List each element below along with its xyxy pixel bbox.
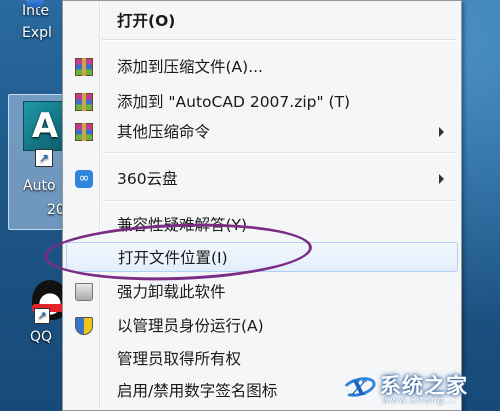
winrar-icon (75, 93, 93, 111)
menu-item-label: 360云盘 (117, 170, 178, 188)
menu-item-run-as-admin[interactable]: 以管理员身份运行(A) (66, 311, 458, 341)
watermark-url: www.xitong... (382, 396, 456, 406)
uac-shield-icon (75, 317, 93, 335)
menu-item-label: 打开文件位置(I) (118, 249, 228, 267)
menu-item-other-compress[interactable]: 其他压缩命令 (66, 117, 458, 147)
desktop-icon-autocad[interactable]: A ↗ Auto 20 (8, 94, 70, 230)
winrar-icon (75, 58, 93, 76)
autocad-icon: A (23, 101, 67, 151)
menu-item-compat-troubleshoot[interactable]: 兼容性疑难解答(Y) (66, 210, 458, 240)
menu-item-label: 打开(O) (117, 12, 176, 30)
cloud-360-icon: ∞ (75, 170, 93, 188)
menu-item-open-file-location[interactable]: 打开文件位置(I) (66, 242, 458, 272)
xitongzhijia-logo-icon: X (340, 372, 378, 402)
logo-letter: X (351, 376, 367, 400)
winrar-icon (75, 123, 93, 141)
menu-item-label: 管理员取得所有权 (117, 350, 242, 368)
menu-item-360-cloud[interactable]: ∞ 360云盘 (66, 164, 458, 194)
menu-item-label: 强力卸载此软件 (117, 283, 226, 301)
menu-separator (102, 200, 456, 202)
site-watermark: X 系统之家 www.xitong... (332, 366, 498, 410)
context-menu: 打开(O) 添加到压缩文件(A)... 添加到 "AutoCAD 2007.zi… (62, 0, 462, 411)
menu-item-label: 兼容性疑难解答(Y) (117, 216, 248, 234)
submenu-arrow-icon (439, 127, 444, 137)
menu-item-add-to-zip[interactable]: 添加到 "AutoCAD 2007.zip" (T) (66, 87, 458, 117)
menu-item-open[interactable]: 打开(O) (66, 6, 458, 36)
menu-item-label: 添加到压缩文件(A)... (117, 58, 263, 76)
menu-separator (102, 39, 456, 41)
desktop-icon-label: Auto (23, 178, 56, 194)
trash-icon (75, 283, 93, 301)
menu-item-force-uninstall[interactable]: 强力卸载此软件 (66, 277, 458, 307)
menu-item-add-to-archive[interactable]: 添加到压缩文件(A)... (66, 52, 458, 82)
shortcut-arrow-icon: ↗ (35, 149, 53, 167)
desktop-icon-label: QQ (30, 329, 53, 345)
menu-item-label: 以管理员身份运行(A) (117, 317, 264, 335)
menu-separator (102, 152, 456, 154)
submenu-arrow-icon (439, 174, 444, 184)
menu-item-label: 添加到 "AutoCAD 2007.zip" (T) (117, 93, 351, 111)
menu-item-label: 其他压缩命令 (117, 123, 211, 141)
menu-item-label: 启用/禁用数字签名图标 (117, 382, 278, 400)
shortcut-arrow-icon: ↗ (34, 308, 50, 324)
